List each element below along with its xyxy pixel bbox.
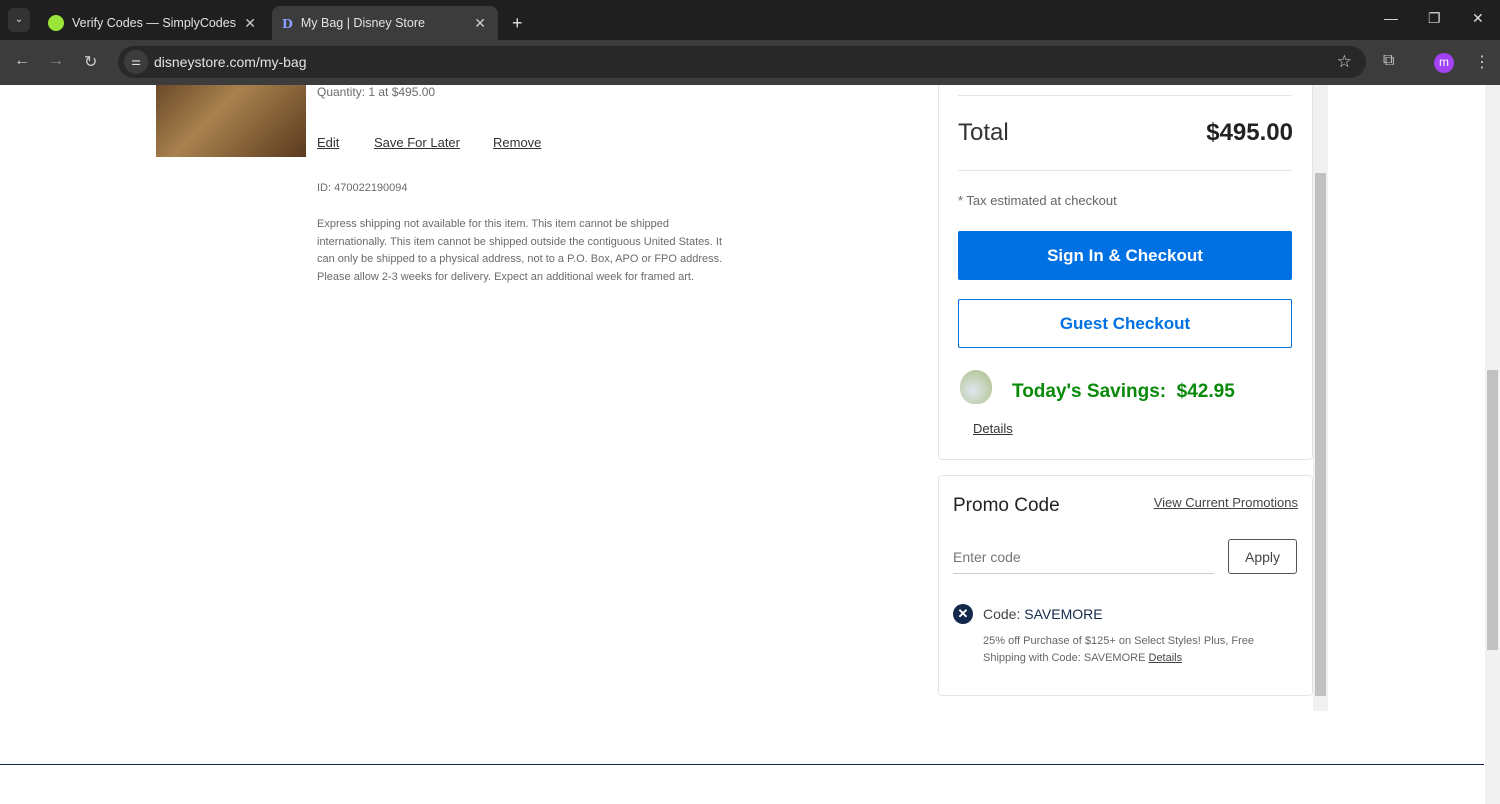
- edit-link[interactable]: Edit: [317, 135, 339, 150]
- restore-icon[interactable]: ❐: [1428, 10, 1441, 27]
- savings-label: Today's Savings:: [1012, 381, 1167, 402]
- divider: [958, 95, 1292, 96]
- promo-title: Promo Code: [953, 495, 1060, 516]
- shipping-note: Express shipping not available for this …: [317, 218, 723, 283]
- save-for-later-link[interactable]: Save For Later: [374, 135, 460, 150]
- remove-code-icon[interactable]: ✕: [953, 604, 973, 624]
- url-text[interactable]: disneystore.com/my-bag: [154, 54, 307, 70]
- item-id: ID: 470022190094: [317, 182, 408, 194]
- applied-code: Code: SAVEMORE: [983, 606, 1103, 622]
- menu-icon[interactable]: ⋮: [1474, 52, 1490, 72]
- forward-icon[interactable]: →: [48, 52, 64, 70]
- panel-scrollbar[interactable]: [1313, 85, 1328, 711]
- tab-disney-store[interactable]: D My Bag | Disney Store ✕: [272, 6, 498, 40]
- toolbar: ← → ↻ ⚌ disneystore.com/my-bag ☆ ⧉ m ⋮: [0, 40, 1500, 85]
- tab-title: Verify Codes — SimplyCodes: [72, 16, 236, 30]
- panel-scrollbar-thumb[interactable]: [1315, 173, 1326, 696]
- close-tab-icon[interactable]: ✕: [474, 15, 486, 32]
- new-tab-button[interactable]: +: [502, 6, 533, 40]
- page-scrollbar[interactable]: [1485, 85, 1500, 804]
- address-bar[interactable]: ⚌ disneystore.com/my-bag ☆: [118, 46, 1366, 78]
- product-image[interactable]: [156, 85, 306, 157]
- guest-checkout-button[interactable]: Guest Checkout: [958, 299, 1292, 348]
- total-value: $495.00: [1206, 119, 1293, 146]
- total-label: Total: [958, 119, 1009, 146]
- code-label: Code:: [983, 606, 1021, 622]
- apply-button[interactable]: Apply: [1228, 539, 1297, 574]
- tab-title: My Bag | Disney Store: [300, 16, 425, 30]
- close-window-icon[interactable]: ✕: [1472, 10, 1484, 27]
- footer-divider: [0, 764, 1484, 765]
- reload-icon[interactable]: ↻: [84, 52, 97, 72]
- disney-favicon: D: [282, 15, 293, 31]
- savings-text: Today's Savings: $42.95: [1012, 381, 1235, 403]
- profile-avatar[interactable]: m: [1434, 53, 1454, 73]
- code-description-text: 25% off Purchase of $125+ on Select Styl…: [983, 635, 1254, 664]
- sign-in-checkout-button[interactable]: Sign In & Checkout: [958, 231, 1292, 280]
- tab-bar: ⌄ Verify Codes — SimplyCodes ✕ D My Bag …: [0, 0, 1500, 40]
- promo-code-input[interactable]: [953, 541, 1214, 574]
- tab-simplycodes[interactable]: Verify Codes — SimplyCodes ✕: [38, 6, 268, 40]
- site-settings-icon[interactable]: ⚌: [124, 50, 148, 74]
- tax-note: * Tax estimated at checkout: [958, 193, 1117, 208]
- tab-search-button[interactable]: ⌄: [8, 8, 30, 32]
- code-description: 25% off Purchase of $125+ on Select Styl…: [983, 633, 1293, 667]
- promo-code-panel: Promo Code View Current Promotions Apply…: [938, 475, 1313, 696]
- page-scrollbar-thumb[interactable]: [1487, 370, 1498, 650]
- view-promotions-link[interactable]: View Current Promotions: [1154, 495, 1298, 510]
- savings-value: $42.95: [1176, 381, 1235, 402]
- details-link[interactable]: Details: [973, 421, 1013, 436]
- extensions-icon[interactable]: ⧉: [1383, 52, 1394, 70]
- close-tab-icon[interactable]: ✕: [244, 15, 256, 32]
- back-icon[interactable]: ←: [14, 52, 30, 70]
- fairy-godmother-icon: [960, 370, 992, 404]
- code-details-link[interactable]: Details: [1149, 652, 1183, 664]
- quantity-text: Quantity: 1 at $495.00: [317, 85, 436, 99]
- minimize-icon[interactable]: —: [1384, 10, 1398, 26]
- simplycodes-favicon: [48, 15, 64, 31]
- divider: [958, 170, 1292, 171]
- bookmark-star-icon[interactable]: ☆: [1337, 52, 1352, 72]
- code-value: SAVEMORE: [1024, 606, 1103, 622]
- remove-link[interactable]: Remove: [493, 135, 541, 150]
